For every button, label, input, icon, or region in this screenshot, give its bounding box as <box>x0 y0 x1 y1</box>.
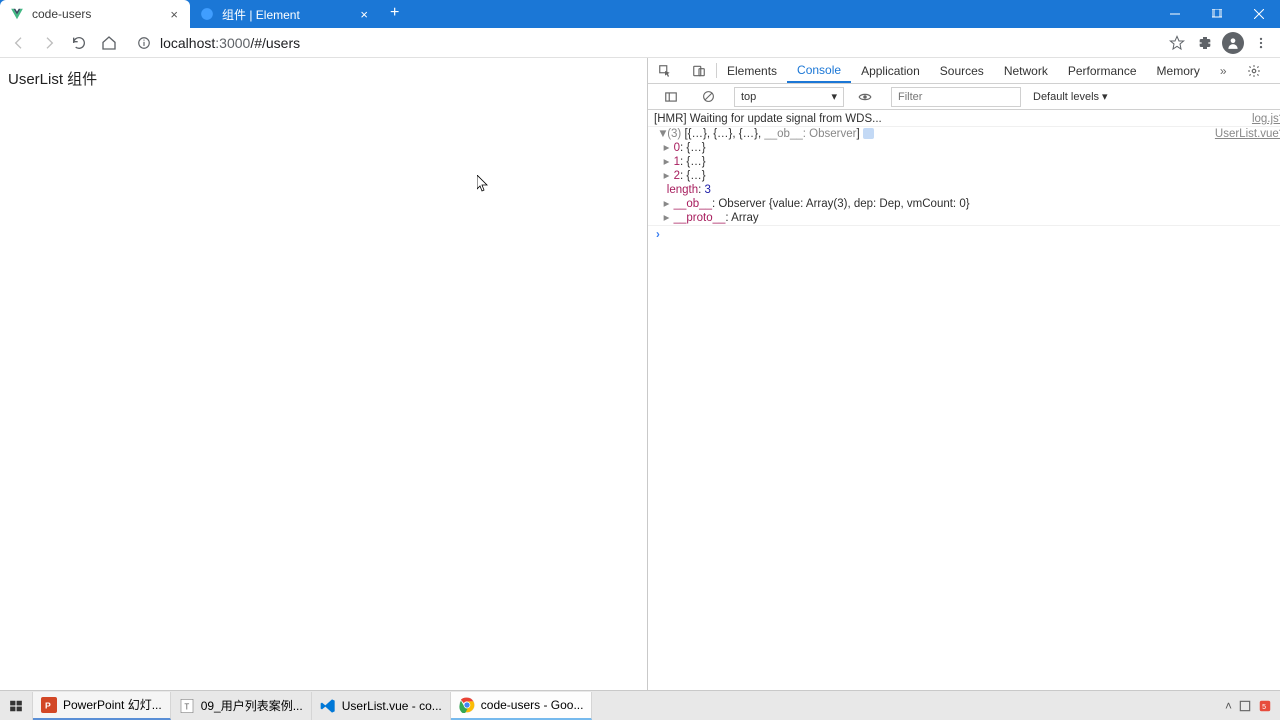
more-tabs-button[interactable]: » <box>1210 58 1237 83</box>
new-tab-button[interactable]: + <box>380 4 409 22</box>
windows-icon <box>8 698 24 714</box>
url-text: localhost:3000/#/users <box>160 35 300 51</box>
devtools-panel: Elements Console Application Sources Net… <box>648 58 1280 690</box>
start-button[interactable] <box>0 692 33 720</box>
svg-text:P: P <box>45 700 51 710</box>
taskbar-item-active[interactable]: code-users - Goo... <box>451 692 593 720</box>
extensions-button[interactable] <box>1192 30 1218 56</box>
log-levels-selector[interactable]: Default levels ▾ <box>1033 90 1108 103</box>
chrome-icon <box>459 697 475 713</box>
address-field[interactable]: localhost:3000/#/users <box>126 30 1154 56</box>
devtools-tab-memory[interactable]: Memory <box>1147 58 1210 83</box>
log-entry: [HMR] Waiting for update signal from WDS… <box>648 112 1280 127</box>
close-icon[interactable]: × <box>356 7 372 22</box>
taskbar-label: PowerPoint 幻灯... <box>63 696 162 713</box>
chevron-up-icon[interactable]: ˄ <box>1225 699 1232 713</box>
avatar <box>1222 32 1244 54</box>
log-source-link[interactable]: UserList.vue?f9e5:22 <box>1215 127 1280 141</box>
taskbar-item[interactable]: P PowerPoint 幻灯... <box>33 692 171 720</box>
gear-icon[interactable] <box>1237 58 1271 83</box>
taskbar-label: 09_用户列表案例... <box>201 697 303 714</box>
minimize-button[interactable] <box>1154 0 1196 28</box>
close-icon[interactable]: × <box>166 7 182 22</box>
menu-button[interactable] <box>1248 30 1274 56</box>
window-controls <box>1154 0 1280 28</box>
reload-button[interactable] <box>66 30 92 56</box>
collapse-icon[interactable]: ▼ <box>657 127 667 141</box>
device-toggle-button[interactable] <box>682 58 716 83</box>
forward-button[interactable] <box>36 30 62 56</box>
devtools-tab-elements[interactable]: Elements <box>717 58 787 83</box>
taskbar-label: UserList.vue - co... <box>342 699 442 713</box>
browser-titlebar: code-users × 组件 | Element × + <box>0 0 1280 28</box>
log-message: [HMR] Waiting for update signal from WDS… <box>654 112 1252 126</box>
taskbar-item[interactable]: UserList.vue - co... <box>312 692 451 720</box>
expand-icon[interactable]: ▸ <box>664 155 674 169</box>
expand-icon[interactable]: ▸ <box>664 197 674 211</box>
bookmark-button[interactable] <box>1164 30 1190 56</box>
log-property: ▸__proto__: Array <box>648 211 1280 226</box>
log-property: ▸1: {…} <box>648 155 1280 169</box>
expand-icon[interactable]: ▸ <box>664 141 674 155</box>
text-file-icon: T <box>179 698 195 714</box>
clear-console-button[interactable] <box>692 90 725 103</box>
filter-input[interactable] <box>891 87 1021 107</box>
devtools-tab-sources[interactable]: Sources <box>930 58 994 83</box>
context-selector[interactable]: top ▾ <box>734 87 844 107</box>
log-property: ▸2: {…} <box>648 169 1280 183</box>
browser-tab-active[interactable]: code-users × <box>0 0 190 28</box>
taskbar: P PowerPoint 幻灯... T 09_用户列表案例... UserLi… <box>0 690 1280 720</box>
page-content: UserList 组件 <box>0 58 648 690</box>
system-tray[interactable]: ˄ 5 <box>1217 699 1280 713</box>
devtools-tab-performance[interactable]: Performance <box>1058 58 1147 83</box>
log-entry: ▼(3) [{…}, {…}, {…}, __ob__: Observer] U… <box>648 127 1280 141</box>
expand-icon[interactable]: ▸ <box>664 211 674 225</box>
taskbar-label: code-users - Goo... <box>481 698 584 712</box>
sidebar-toggle-icon[interactable] <box>654 90 688 104</box>
profile-button[interactable] <box>1220 30 1246 56</box>
maximize-button[interactable] <box>1196 0 1238 28</box>
tray-icon[interactable]: 5 <box>1258 699 1272 713</box>
inspect-button[interactable] <box>648 58 682 83</box>
taskbar-item[interactable]: T 09_用户列表案例... <box>171 692 312 720</box>
back-button[interactable] <box>6 30 32 56</box>
log-property: ▸0: {…} <box>648 141 1280 155</box>
tray-icon[interactable] <box>1238 699 1252 713</box>
vue-icon <box>10 7 24 21</box>
chevron-down-icon: ▾ <box>831 90 837 103</box>
page-text: UserList 组件 <box>8 71 97 88</box>
console-output[interactable]: [HMR] Waiting for update signal from WDS… <box>648 110 1280 690</box>
devtools-tab-console[interactable]: Console <box>787 58 851 83</box>
info-icon[interactable] <box>136 35 152 51</box>
console-prompt[interactable]: › <box>648 226 1280 244</box>
log-property: ▸__ob__: Observer {value: Array(3), dep:… <box>648 197 1280 211</box>
devtools-tablist: Elements Console Application Sources Net… <box>648 58 1280 84</box>
kebab-icon[interactable]: ⋮ <box>1271 58 1280 83</box>
mouse-cursor <box>477 175 489 193</box>
tab-title: code-users <box>32 7 91 21</box>
home-button[interactable] <box>96 30 122 56</box>
powerpoint-icon: P <box>41 697 57 713</box>
chevron-down-icon: ▾ <box>1102 90 1108 103</box>
tab-title: 组件 | Element <box>222 6 300 23</box>
element-icon <box>200 7 214 21</box>
devtools-tab-application[interactable]: Application <box>851 58 930 83</box>
live-expression-button[interactable] <box>848 90 882 104</box>
console-toolbar: top ▾ Default levels ▾ <box>648 84 1280 110</box>
browser-tab[interactable]: 组件 | Element × <box>190 0 380 28</box>
devtools-tab-network[interactable]: Network <box>994 58 1058 83</box>
log-property: length: 3 <box>648 183 1280 197</box>
log-message: ▼(3) [{…}, {…}, {…}, __ob__: Observer] <box>654 127 1215 141</box>
close-window-button[interactable] <box>1238 0 1280 28</box>
address-bar: localhost:3000/#/users <box>0 28 1280 58</box>
info-badge-icon[interactable] <box>863 128 874 139</box>
expand-icon[interactable]: ▸ <box>664 169 674 183</box>
vscode-icon <box>320 698 336 714</box>
log-source-link[interactable]: log.js?1afd:24 <box>1252 112 1280 126</box>
svg-text:T: T <box>184 702 189 711</box>
svg-text:5: 5 <box>1262 703 1266 710</box>
